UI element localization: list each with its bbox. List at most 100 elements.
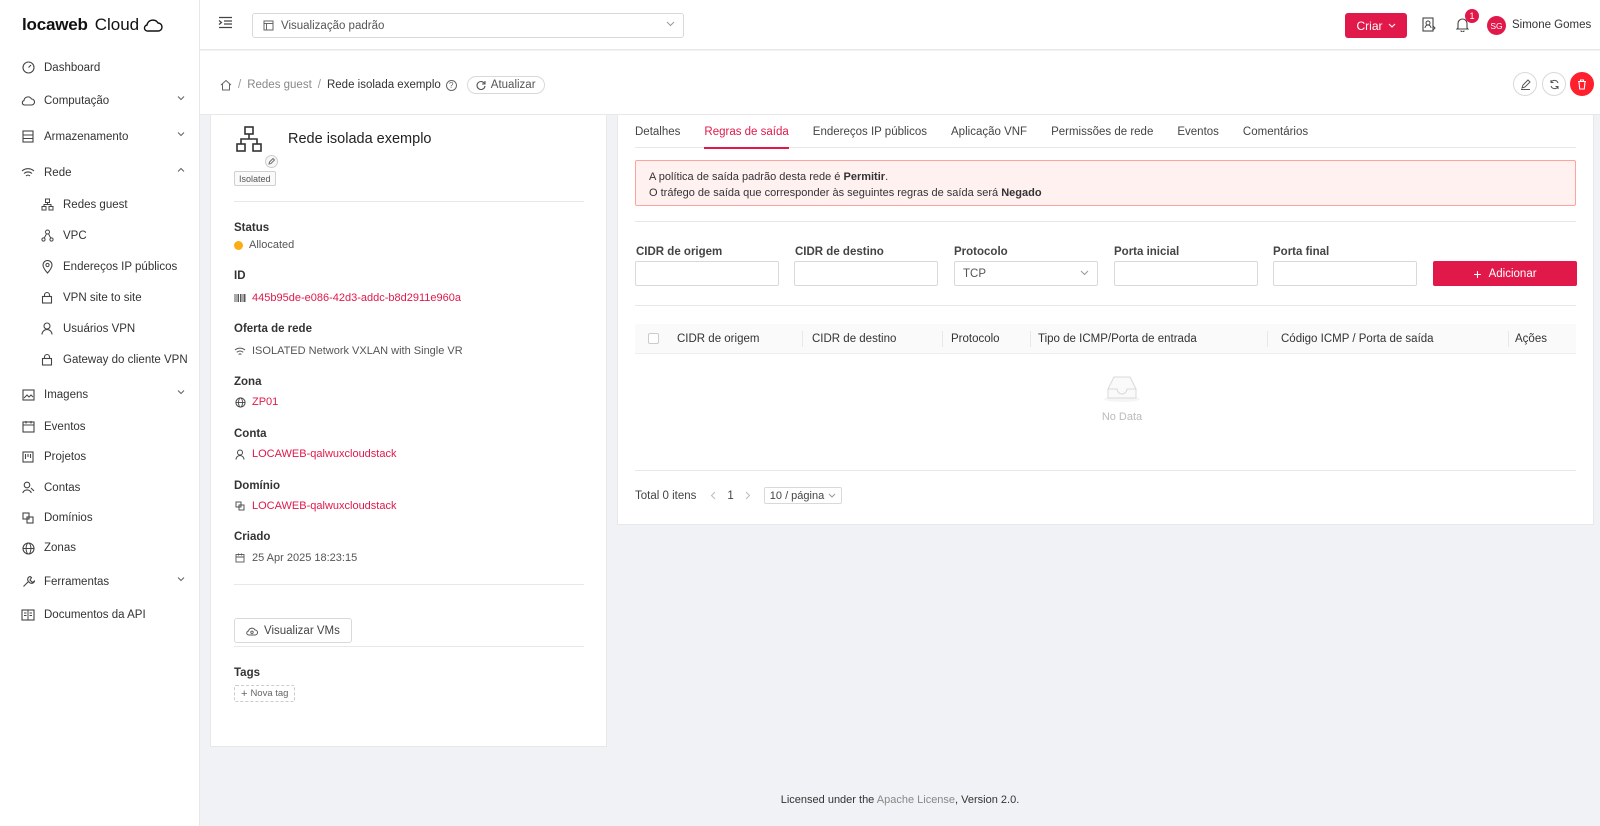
- column-header: Ações: [1515, 333, 1547, 345]
- sidebar-item-contas[interactable]: Contas: [0, 472, 199, 503]
- license-link[interactable]: Apache License: [877, 794, 955, 806]
- create-button[interactable]: Criar: [1345, 13, 1407, 38]
- contacts-icon[interactable]: [1422, 17, 1436, 32]
- status-dot: [234, 240, 243, 250]
- sidebar-item-label: Documentos da API: [44, 608, 146, 621]
- question-circle-icon[interactable]: ?: [445, 79, 457, 91]
- divider: [234, 201, 584, 202]
- delete-icon: [1578, 78, 1586, 90]
- chevron-up-icon: [177, 167, 185, 172]
- view-select[interactable]: Visualização padrão: [252, 13, 684, 38]
- tab-comentarios[interactable]: Comentários: [1243, 115, 1308, 148]
- edit-icon-button[interactable]: [265, 155, 278, 168]
- deployment-unit-icon: [40, 229, 54, 243]
- column-header: Protocolo: [951, 333, 1000, 345]
- alert-line-1: A política de saída padrão desta rede é …: [649, 169, 1562, 185]
- page-number[interactable]: 1: [727, 490, 733, 502]
- brand-suffix: Cloud: [94, 15, 140, 34]
- dest-cidr-input[interactable]: [794, 261, 938, 286]
- sidebar-subitem-vpc[interactable]: VPC: [0, 220, 199, 251]
- zone-label: Zona: [234, 376, 262, 388]
- sidebar-item-dashboard[interactable]: Dashboard: [0, 51, 199, 84]
- divider: [635, 221, 1576, 222]
- sidebar-item-dominios[interactable]: Domínios: [0, 503, 199, 533]
- alert-line-2: O tráfego de saída que corresponder às s…: [649, 185, 1562, 201]
- global-icon: [234, 396, 246, 408]
- sidebar-item-label: Dashboard: [44, 61, 101, 74]
- tab-eventos[interactable]: Eventos: [1177, 115, 1219, 148]
- sidebar-item-ferramentas[interactable]: Ferramentas: [0, 565, 199, 598]
- view-select-value: Visualização padrão: [281, 19, 385, 32]
- new-tag-label: Nova tag: [250, 688, 289, 699]
- sidebar-subitem-gateway-vpn[interactable]: Gateway do cliente VPN: [0, 344, 199, 375]
- sidebar-subitem-usuarios-vpn[interactable]: Usuários VPN: [0, 313, 199, 344]
- user-name[interactable]: Simone Gomes: [1512, 19, 1591, 31]
- user-icon: [234, 449, 246, 460]
- tab-permissoes-rede[interactable]: Permissões de rede: [1051, 115, 1153, 148]
- refresh-button[interactable]: Atualizar: [466, 76, 545, 94]
- network-offering-text: ISOLATED Network VXLAN with Single VR: [252, 345, 463, 357]
- sidebar-item-documentos-api[interactable]: Documentos da API: [0, 598, 199, 631]
- select-all-checkbox[interactable]: [648, 333, 659, 344]
- created-value: 25 Apr 2025 18:23:15: [234, 552, 357, 564]
- new-tag-button[interactable]: + Nova tag: [234, 685, 296, 702]
- sidebar-item-label: Zonas: [44, 542, 76, 554]
- start-port-input[interactable]: [1114, 261, 1258, 286]
- tab-detalhes[interactable]: Detalhes: [635, 115, 680, 148]
- page-size-value: 10 / página: [769, 489, 825, 502]
- sidebar-subitem-label: Gateway do cliente VPN: [63, 353, 188, 366]
- edit-button[interactable]: [1513, 72, 1537, 96]
- protocol-label: Protocolo: [954, 246, 1008, 258]
- view-vms-button[interactable]: Visualizar VMs: [234, 618, 352, 643]
- sidebar-item-label: Computação: [44, 94, 110, 107]
- sidebar-item-imagens[interactable]: Imagens: [0, 378, 199, 411]
- network-offering-label: Oferta de rede: [234, 323, 312, 335]
- brand-logo[interactable]: locaweb Cloud: [0, 0, 199, 50]
- sidebar-subitem-vpn-site[interactable]: VPN site to site: [0, 282, 199, 313]
- account-text: LOCAWEB-qalwuxcloudstack: [252, 448, 397, 460]
- source-cidr-input[interactable]: [635, 261, 779, 286]
- sidebar-item-zonas[interactable]: Zonas: [0, 533, 199, 563]
- sidebar-item-rede[interactable]: Rede: [0, 156, 199, 189]
- plus-icon: +: [241, 687, 248, 700]
- account-value[interactable]: LOCAWEB-qalwuxcloudstack: [234, 448, 396, 460]
- menu-fold-icon[interactable]: [218, 16, 233, 29]
- home-icon[interactable]: [220, 79, 232, 91]
- sidebar-item-armazenamento[interactable]: Armazenamento: [0, 120, 199, 153]
- status-value: Allocated: [234, 239, 294, 251]
- chevron-right-icon[interactable]: [745, 491, 751, 500]
- create-button-label: Criar: [1356, 18, 1383, 33]
- zone-value[interactable]: ZP01: [234, 396, 278, 408]
- id-value[interactable]: 445b95de-e086-42d3-addc-b8d2911e960a: [234, 292, 461, 304]
- network-offering-value: ISOLATED Network VXLAN with Single VR: [234, 345, 463, 357]
- created-text: 25 Apr 2025 18:23:15: [252, 552, 358, 564]
- column-separator: [942, 331, 943, 347]
- breadcrumb: / Redes guest / Rede isolada exemplo ? A…: [220, 76, 545, 94]
- chevron-left-icon[interactable]: [710, 491, 716, 500]
- footer-text: , Version 2.0.: [955, 794, 1020, 806]
- add-rule-button[interactable]: + Adicionar: [1433, 261, 1577, 286]
- footer-text: Licensed under the: [780, 794, 877, 806]
- end-port-input[interactable]: [1273, 261, 1417, 286]
- network-name: Rede isolada exemplo: [288, 131, 432, 147]
- sidebar-item-label: Ferramentas: [44, 575, 110, 588]
- delete-button[interactable]: [1570, 72, 1594, 96]
- block-icon: [21, 511, 35, 525]
- restart-button[interactable]: [1542, 72, 1566, 96]
- top-bar: Visualização padrão Criar 1 SG Simone Go…: [200, 0, 1600, 50]
- page-size-select[interactable]: 10 / página: [763, 487, 843, 504]
- tab-enderecos-ip[interactable]: Endereços IP públicos: [813, 115, 927, 148]
- sidebar-item-eventos[interactable]: Eventos: [0, 411, 199, 442]
- breadcrumb-parent[interactable]: Redes guest: [247, 79, 312, 91]
- avatar[interactable]: SG: [1487, 16, 1506, 35]
- inbox-icon: [1104, 376, 1140, 402]
- status-label: Status: [234, 222, 270, 234]
- sidebar-subitem-enderecos-ip[interactable]: Endereços IP públicos: [0, 251, 199, 282]
- sidebar-item-projetos[interactable]: Projetos: [0, 442, 199, 472]
- protocol-select[interactable]: TCP: [954, 261, 1098, 286]
- sidebar-item-computacao[interactable]: Computação: [0, 84, 199, 117]
- sidebar-subitem-redes-guest[interactable]: Redes guest: [0, 189, 199, 220]
- tab-aplicacao-vnf[interactable]: Aplicação VNF: [951, 115, 1027, 148]
- tab-regras-saida[interactable]: Regras de saída: [704, 115, 790, 149]
- domain-value[interactable]: LOCAWEB-qalwuxcloudstack: [234, 500, 396, 512]
